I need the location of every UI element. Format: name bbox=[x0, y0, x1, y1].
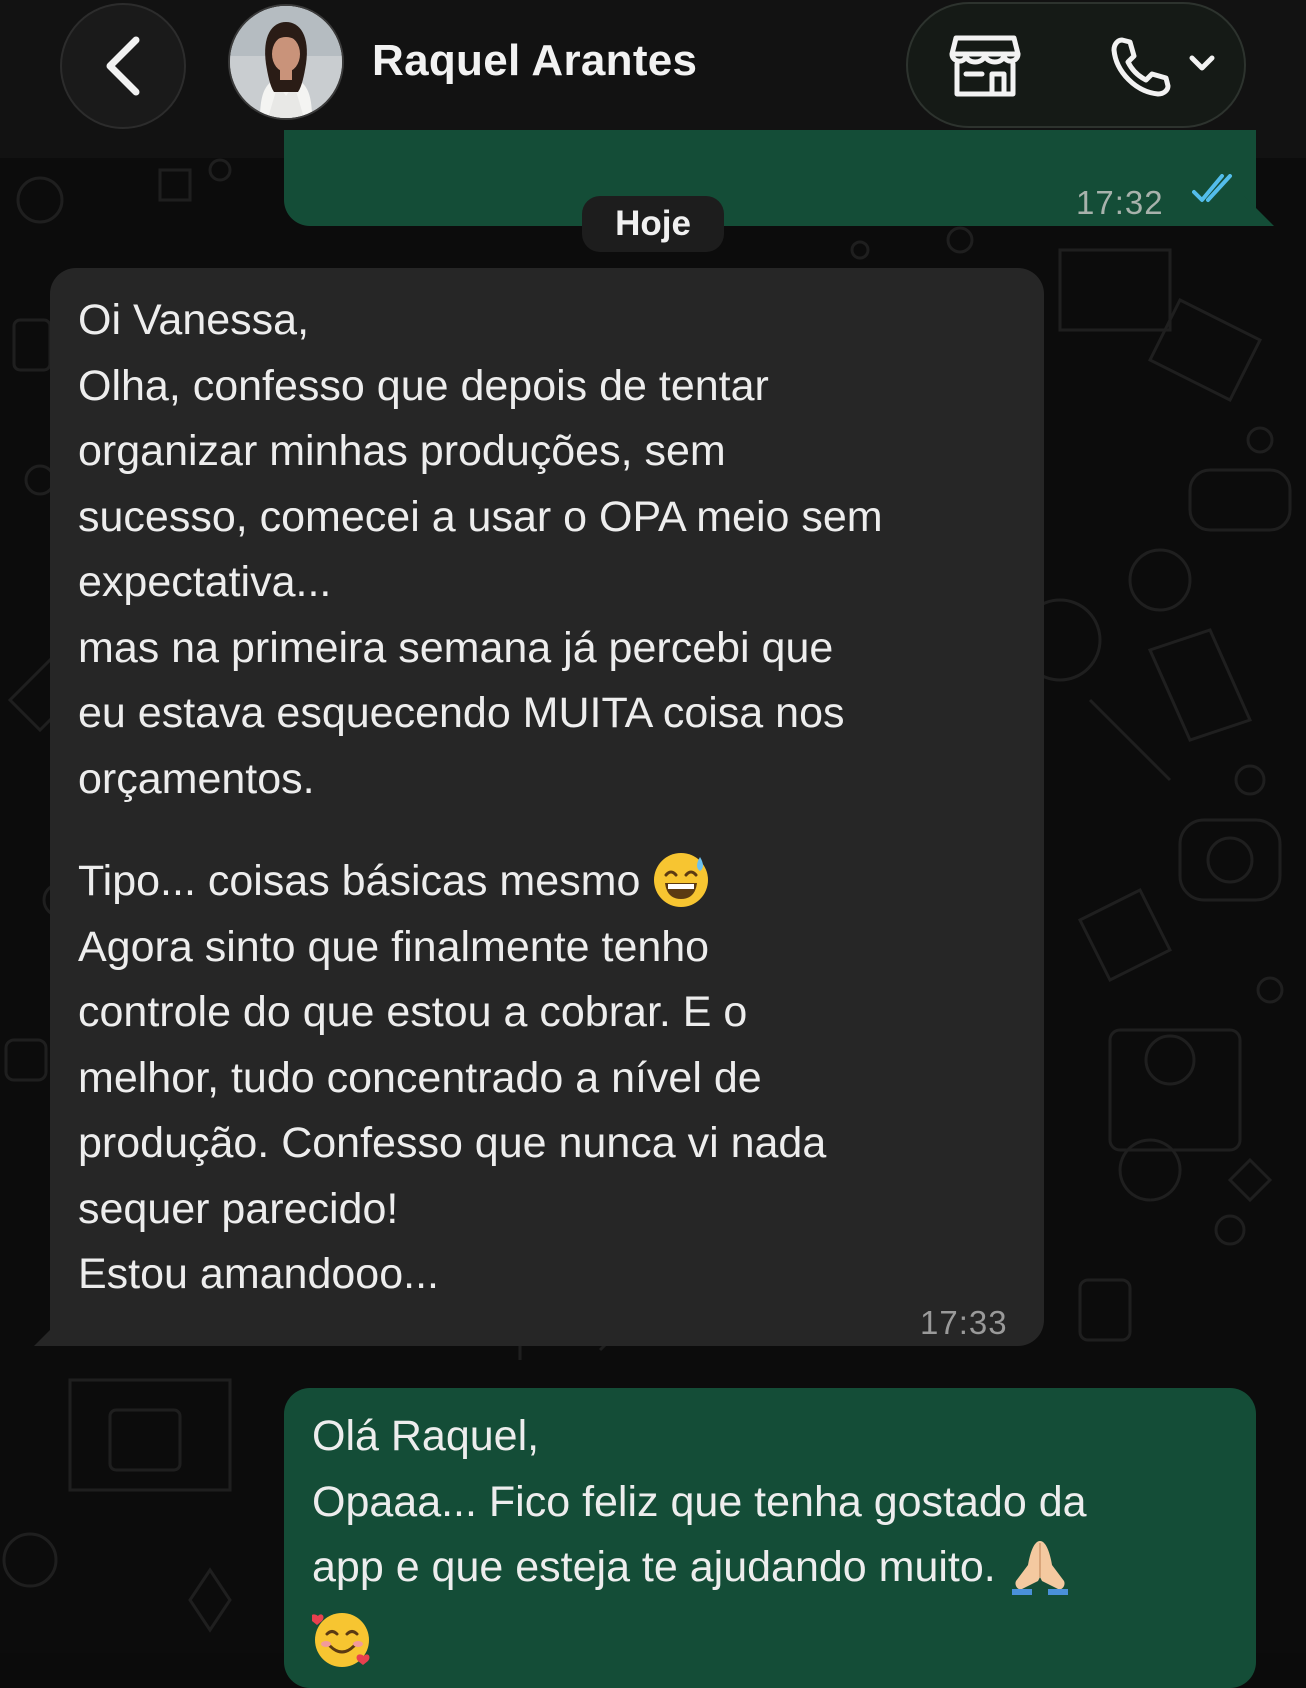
store-button[interactable] bbox=[948, 32, 1022, 100]
call-button[interactable] bbox=[1108, 32, 1218, 102]
message-line: melhor, tudo concentrado a nível de bbox=[78, 1053, 762, 1102]
chevron-left-icon bbox=[106, 36, 140, 96]
message-line: organizar minhas produções, sem bbox=[78, 427, 726, 475]
message-time: 17:32 bbox=[1076, 184, 1164, 221]
back-button[interactable] bbox=[60, 3, 186, 129]
message-line: Estou amandooo... bbox=[78, 1250, 439, 1298]
contact-avatar-image bbox=[230, 6, 342, 118]
message-line-text: Tipo... coisas básicas mesmo bbox=[78, 857, 641, 905]
message-line: Oi Vanessa, bbox=[78, 296, 310, 344]
message-line: sequer parecido! bbox=[78, 1184, 399, 1233]
message-line-with-emoji: app e que esteja te ajudando muito. bbox=[312, 1535, 1226, 1601]
avatar[interactable] bbox=[228, 4, 344, 120]
chevron-down-icon bbox=[1189, 55, 1215, 71]
incoming-message[interactable]: Oi Vanessa, Olha, confesso que depois de… bbox=[50, 268, 1044, 1346]
message-line-text: app e que esteja te ajudando muito. bbox=[312, 1543, 996, 1591]
message-time: 17:33 bbox=[920, 1304, 1008, 1341]
message-line-with-emoji: Tipo... coisas básicas mesmo bbox=[78, 849, 1014, 915]
message-line: orçamentos. bbox=[78, 754, 315, 803]
message-line: eu estava esquecendo MUITA coisa nos bbox=[78, 689, 845, 737]
grinning-sweat-emoji bbox=[654, 852, 709, 907]
storefront-icon bbox=[949, 35, 1021, 97]
message-line: Opaaa... Fico feliz que tenha gostado da bbox=[312, 1477, 1087, 1526]
previous-outgoing-message[interactable]: 17:32 bbox=[284, 130, 1256, 226]
message-line-with-emoji bbox=[310, 1601, 1226, 1668]
folded-hands-emoji bbox=[1011, 1540, 1068, 1595]
message-line bbox=[78, 812, 1014, 849]
message-line: expectativa... bbox=[78, 558, 332, 606]
contact-name[interactable]: Raquel Arantes bbox=[372, 36, 697, 86]
double-check-read-icon bbox=[1192, 174, 1232, 202]
date-divider: Hoje bbox=[582, 196, 724, 252]
message-line: Agora sinto que finalmente tenho bbox=[78, 922, 710, 971]
smiling-face-with-hearts-emoji bbox=[310, 1613, 370, 1668]
phone-icon bbox=[1111, 37, 1215, 97]
message-line: mas na primeira semana já percebi que bbox=[78, 623, 834, 672]
message-line: produção. Confesso que nunca vi nada bbox=[78, 1119, 827, 1167]
message-line: sucesso, comecei a usar o OPA meio sem bbox=[78, 492, 883, 541]
header-actions bbox=[906, 2, 1246, 128]
message-line: controle do que estou a cobrar. E o bbox=[78, 988, 748, 1036]
message-line: Olha, confesso que depois de tentar bbox=[78, 361, 769, 410]
outgoing-message[interactable]: Olá Raquel, Opaaa... Fico feliz que tenh… bbox=[284, 1388, 1256, 1688]
message-line: Olá Raquel, bbox=[312, 1412, 540, 1460]
